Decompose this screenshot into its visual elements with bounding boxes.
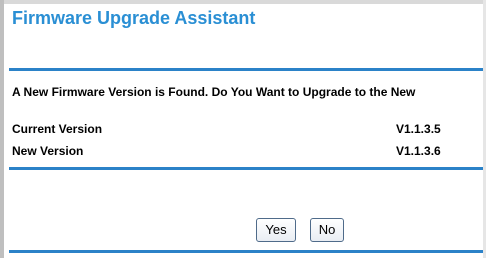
divider-top: [9, 68, 483, 71]
current-version-value: V1.1.3.5: [396, 122, 441, 136]
upgrade-prompt: A New Firmware Version is Found. Do You …: [12, 85, 416, 99]
yes-button[interactable]: Yes: [256, 218, 296, 242]
page-title: Firmware Upgrade Assistant: [12, 8, 256, 28]
window-top-border: [0, 0, 486, 4]
divider-bottom: [9, 250, 483, 253]
no-button[interactable]: No: [310, 218, 344, 242]
firmware-upgrade-panel: Firmware Upgrade Assistant A New Firmwar…: [0, 0, 486, 258]
new-version-label: New Version: [12, 144, 84, 158]
divider-middle: [9, 167, 483, 170]
window-left-border: [0, 0, 4, 258]
current-version-label: Current Version: [12, 122, 103, 136]
new-version-row: New Version V1.1.3.6: [12, 144, 472, 160]
new-version-value: V1.1.3.6: [396, 144, 441, 158]
current-version-row: Current Version V1.1.3.5: [12, 122, 472, 138]
